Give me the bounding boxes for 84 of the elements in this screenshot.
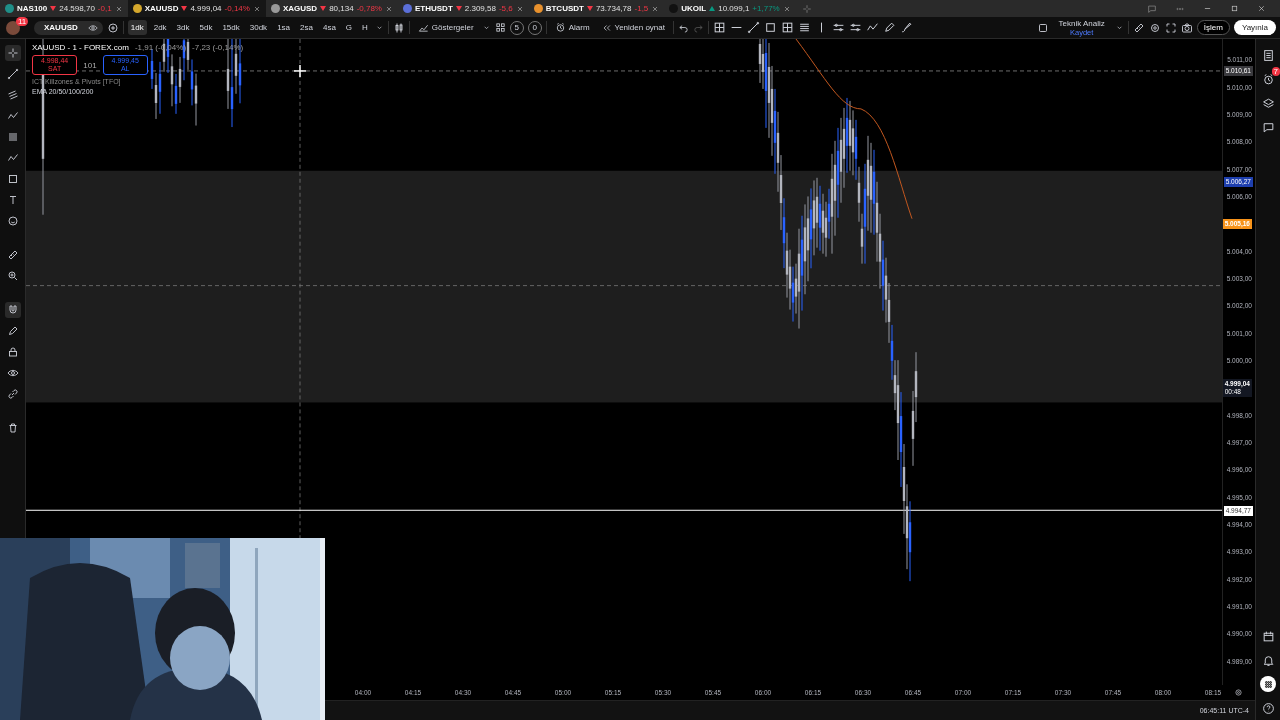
interval-button[interactable]: 1dk — [127, 20, 147, 35]
magnet-icon — [6, 304, 19, 316]
publish-button[interactable]: Yayınla — [1233, 20, 1276, 35]
interval-button[interactable]: 2dk — [150, 20, 170, 35]
ruler-icon[interactable] — [6, 249, 19, 261]
link-icon[interactable] — [6, 388, 19, 400]
interval-button[interactable]: 30dk — [246, 20, 271, 35]
interval-button[interactable]: 5dk — [196, 20, 216, 35]
watchlist-icon[interactable] — [1261, 48, 1275, 62]
down-triangle-icon — [181, 6, 188, 11]
tool-button[interactable] — [4, 302, 21, 318]
undo-icon[interactable] — [677, 22, 689, 33]
window-icon[interactable] — [1147, 3, 1157, 14]
chart-icon — [417, 22, 429, 33]
spread-value: 101 — [83, 60, 97, 70]
interval-button[interactable]: 1sa — [274, 20, 294, 35]
rectangle-icon[interactable] — [6, 173, 19, 185]
up-triangle-icon — [709, 6, 716, 11]
interval-button[interactable]: 2sa — [297, 20, 316, 35]
close-icon[interactable] — [385, 4, 393, 13]
pencil-icon[interactable] — [6, 325, 19, 337]
templates-icon[interactable] — [494, 22, 506, 33]
zoom-icon[interactable] — [6, 270, 19, 282]
eye-icon[interactable] — [6, 367, 19, 379]
crosshair-icon — [293, 64, 307, 78]
alarm-button[interactable]: Alarm — [550, 20, 594, 35]
brush-icon[interactable] — [899, 21, 913, 34]
crosshair-icon — [6, 47, 19, 59]
candlestick-icon[interactable] — [392, 21, 405, 34]
interval-button[interactable]: 4sa — [319, 20, 339, 35]
smiley-icon[interactable] — [6, 215, 19, 227]
down-triangle-icon — [455, 6, 462, 11]
notification-badge: 7 — [1271, 67, 1280, 76]
rewind-icon — [601, 22, 612, 33]
rectangle-icon[interactable] — [763, 21, 777, 34]
down-triangle-icon — [586, 6, 593, 11]
close-icon[interactable] — [782, 4, 791, 13]
close-icon[interactable] — [114, 4, 123, 13]
calendar-icon[interactable] — [1261, 629, 1275, 643]
interval-button[interactable]: 15dk — [219, 20, 243, 35]
settings-icon[interactable] — [1148, 21, 1161, 34]
down-triangle-icon — [50, 6, 57, 11]
grid-icon[interactable] — [780, 21, 794, 34]
indicators-button[interactable]: Göstergeler — [413, 20, 478, 35]
close-icon[interactable] — [515, 4, 524, 13]
close-icon[interactable] — [252, 4, 261, 13]
alarm-clock-icon[interactable] — [1261, 72, 1275, 86]
add-symbol-icon[interactable] — [106, 21, 119, 34]
help-icon[interactable] — [1261, 701, 1275, 715]
zigzag-icon[interactable] — [6, 152, 19, 164]
chart-title: XAUUSD - 1 - FOREX.com — [32, 43, 129, 52]
grid-icon[interactable] — [712, 21, 726, 34]
trade-button[interactable]: İşlem — [1196, 20, 1230, 35]
ruler-icon[interactable] — [1132, 21, 1145, 34]
interval-button[interactable]: H — [359, 20, 371, 35]
sliders-icon[interactable] — [831, 21, 845, 34]
down-triangle-icon — [320, 6, 327, 11]
avatar[interactable] — [6, 20, 20, 35]
chat-icon[interactable] — [1261, 120, 1275, 134]
trend-line-icon[interactable] — [746, 21, 760, 34]
lock-icon[interactable] — [6, 346, 19, 358]
alarm-clock-icon — [554, 22, 566, 33]
interval-button[interactable]: G — [342, 20, 356, 35]
layers-icon[interactable] — [1261, 96, 1275, 110]
parallel-lines-icon[interactable] — [6, 89, 19, 101]
notification-badge: 11 — [16, 16, 29, 26]
checkbox-icon[interactable] — [1036, 21, 1049, 34]
replay-button[interactable]: Yeniden oynat — [597, 20, 669, 35]
maximize-icon[interactable] — [1230, 4, 1239, 13]
close-icon[interactable] — [1257, 4, 1266, 13]
fullscreen-icon[interactable] — [1164, 21, 1177, 34]
zigzag-icon[interactable] — [6, 110, 19, 122]
settings-icon[interactable] — [1234, 688, 1243, 697]
tool-button[interactable] — [4, 45, 21, 61]
interval-button[interactable]: 3dk — [173, 20, 193, 35]
close-icon[interactable] — [651, 4, 660, 13]
bell-icon[interactable] — [1261, 653, 1275, 667]
sliders-icon[interactable] — [848, 21, 862, 34]
symbol-search-field[interactable]: XAUUSD — [34, 20, 103, 35]
pencil-icon[interactable] — [882, 21, 896, 34]
trend-line-icon[interactable] — [6, 68, 19, 80]
symbol-tab[interactable]: XAUUSD 4.999,04 -0,14% — [127, 0, 266, 17]
eye-icon[interactable] — [87, 22, 98, 33]
camera-icon[interactable] — [1180, 21, 1193, 34]
